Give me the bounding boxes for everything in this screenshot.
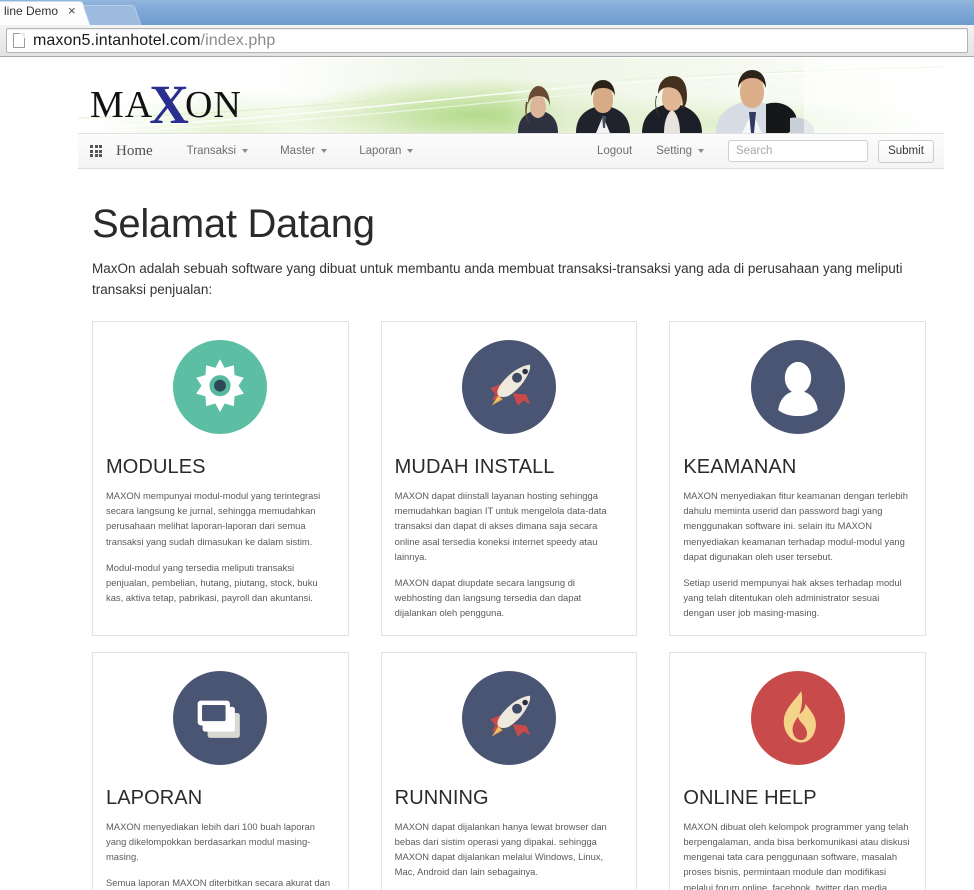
page-subtitle: MaxOn adalah sebuah software yang dibuat…: [92, 261, 903, 297]
card-paragraph-1: MAXON dapat dijalankan hanya lewat brows…: [394, 820, 607, 878]
card-paragraph-1: MAXON dibuat oleh kelompok programmer ya…: [683, 820, 910, 890]
logo-letter-x: X: [149, 74, 190, 133]
url-host: maxon5.intanhotel.com: [33, 31, 201, 49]
card-paragraph-1: MAXON menyediakan lebih dari 100 buah la…: [106, 820, 315, 863]
site-banner: MAXON: [78, 58, 944, 133]
nav-item-laporan-label: Laporan: [359, 145, 402, 157]
user-icon-glyph: [777, 361, 818, 416]
page-content: Selamat Datang MaxOn adalah sebuah softw…: [78, 203, 944, 890]
card-title-laporan: LAPORAN: [106, 786, 203, 809]
chevron-down-icon: [242, 149, 249, 153]
chevron-down-icon: [407, 149, 414, 153]
gear-icon: [173, 339, 268, 434]
chevron-down-icon: [321, 149, 328, 153]
fire-icon-glyph: [783, 690, 816, 743]
feature-card-mudah-install: MUDAH INSTALL MAXON dapat diinstall laya…: [380, 320, 638, 636]
card-title-modules: MODULES: [106, 455, 206, 478]
feature-card-modules: MODULES MAXON mempunyai modul-modul yang…: [92, 320, 349, 636]
card-paragraph-2: Modul-modul yang tersedia meliputi trans…: [106, 561, 318, 604]
nav-item-logout[interactable]: Logout: [597, 145, 632, 157]
card-icon-container: [106, 339, 335, 434]
url-path: /index.php: [200, 31, 276, 49]
search-input[interactable]: [728, 140, 868, 162]
card-icon-container: [106, 670, 335, 765]
nav-item-laporan[interactable]: Laporan: [359, 145, 414, 157]
card-icon-container: [395, 339, 624, 434]
windows-stack-icon-glyph: [198, 700, 241, 738]
submit-button[interactable]: Submit: [878, 139, 934, 163]
nav-item-setting-label: Setting: [656, 145, 692, 157]
address-bar-text: maxon5.intanhotel.com/index.php: [33, 32, 275, 50]
browser-window: line Demo × maxon5.intanhotel.com/index.…: [0, 0, 974, 890]
banner-people-photo: [504, 58, 944, 133]
navbar-right-group: Logout Setting Submit: [597, 139, 934, 163]
card-title-running: RUNNING: [394, 786, 489, 809]
feature-card-row-1: MODULES MAXON mempunyai modul-modul yang…: [92, 320, 927, 636]
feature-card-keamanan: KEAMANAN MAXON menyediakan fitur keamana…: [669, 320, 927, 636]
feature-card-row-2: LAPORAN MAXON menyediakan lebih dari 100…: [92, 651, 927, 890]
card-paragraph-2: Semua laporan MAXON diterbitkan secara a…: [106, 877, 331, 889]
address-bar[interactable]: maxon5.intanhotel.com/index.php: [6, 28, 968, 53]
browser-tabstrip: line Demo ×: [0, 0, 974, 25]
nav-item-master[interactable]: Master: [280, 145, 328, 157]
page-title: Selamat Datang: [92, 202, 375, 246]
fire-icon: [750, 670, 845, 765]
nav-item-master-label: Master: [280, 145, 316, 157]
card-paragraph-2: Setiap userid mempunyai hak akses terhad…: [683, 577, 902, 619]
grid-menu-icon[interactable]: [90, 145, 102, 157]
logo-text-post: ON: [184, 84, 242, 126]
logo-text-pre: MA: [90, 84, 154, 126]
rocket-icon: [462, 670, 556, 765]
rocket-icon-glyph: [490, 364, 531, 406]
card-paragraph-1: MAXON mempunyai modul-modul yang terinte…: [106, 489, 321, 547]
page-viewport: MAXON Home Transaksi Master Laporan Logo…: [0, 58, 974, 890]
site-container: MAXON Home Transaksi Master Laporan Logo…: [78, 58, 944, 890]
rocket-icon: [462, 339, 556, 434]
card-icon-container: [683, 339, 912, 434]
nav-item-setting[interactable]: Setting: [656, 145, 704, 157]
windows-stack-icon: [173, 670, 268, 765]
feature-card-laporan: LAPORAN MAXON menyediakan lebih dari 100…: [92, 651, 349, 890]
gear-icon-glyph: [196, 359, 245, 412]
chevron-down-icon: [698, 149, 704, 153]
page-document-icon: [13, 33, 25, 48]
card-icon-container: [395, 670, 624, 765]
rocket-icon-glyph: [490, 695, 531, 737]
nav-item-transaksi[interactable]: Transaksi: [186, 145, 249, 157]
browser-tab-title: line Demo: [4, 4, 59, 18]
nav-item-transaksi-label: Transaksi: [186, 145, 237, 157]
card-icon-container: [683, 670, 912, 765]
nav-item-home[interactable]: Home: [116, 143, 153, 160]
new-tab-button[interactable]: [82, 5, 142, 25]
feature-card-running: RUNNING MAXON dapat dijalankan hanya lew…: [380, 651, 638, 890]
user-icon: [750, 339, 845, 434]
card-title-mudah-install: MUDAH INSTALL: [394, 455, 555, 478]
card-title-keamanan: KEAMANAN: [683, 455, 797, 478]
card-paragraph-1: MAXON dapat diinstall layanan hosting se…: [394, 489, 607, 562]
main-navbar: Home Transaksi Master Laporan Logout Set…: [78, 133, 944, 169]
feature-card-online-help: ONLINE HELP MAXON dibuat oleh kelompok p…: [669, 651, 927, 890]
card-paragraph-1: MAXON menyediakan fitur keamanan dengan …: [683, 489, 908, 562]
browser-toolbar: maxon5.intanhotel.com/index.php: [0, 25, 974, 57]
maxon-logo: MAXON: [90, 67, 242, 133]
card-paragraph-2: MAXON dapat diupdate secara langsung di …: [394, 577, 582, 619]
close-icon[interactable]: ×: [68, 3, 76, 19]
card-title-online-help: ONLINE HELP: [683, 786, 817, 809]
